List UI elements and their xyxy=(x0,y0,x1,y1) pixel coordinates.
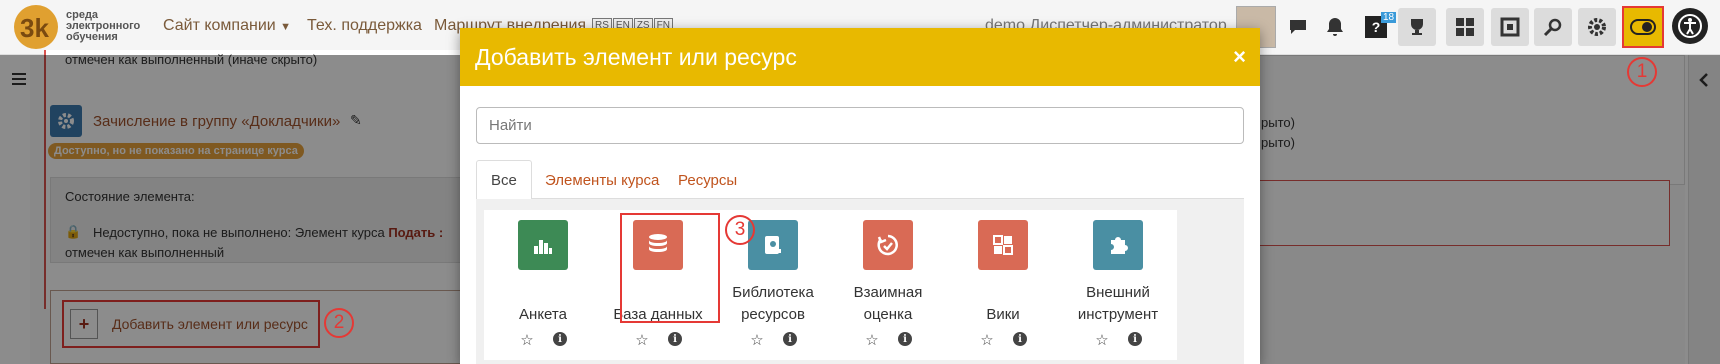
logo-text: среда электронного обучения xyxy=(66,9,141,43)
star-icon[interactable]: ☆ xyxy=(864,332,880,349)
chart-icon xyxy=(518,220,568,270)
search-input[interactable] xyxy=(476,107,1244,144)
messages-count: 18 xyxy=(1381,12,1397,23)
modal-title: Добавить элемент или ресурс xyxy=(475,43,797,70)
module-name: Внешний инструмент xyxy=(1077,284,1159,323)
annotation-marker-1: 1 xyxy=(1627,57,1657,87)
modules-grid: Анкета ☆ i База данных ☆ i Библиотека ресу… xyxy=(476,199,1244,364)
modal-header: Добавить элемент или ресурс xyxy=(460,28,1260,86)
wiki-icon xyxy=(978,220,1028,270)
annotation-marker-3: 3 xyxy=(725,215,755,245)
chevron-down-icon: ▼ xyxy=(280,21,292,33)
library-icon xyxy=(748,220,798,270)
tab-resources[interactable]: Ресурсы xyxy=(664,160,751,200)
puzzle-icon xyxy=(1093,220,1143,270)
module-name: Взаимная оценка xyxy=(853,284,923,323)
module-card-workshop[interactable]: Взаимная оценка ☆ i xyxy=(829,210,947,360)
star-icon[interactable]: ☆ xyxy=(519,332,535,349)
annotation-marker-2: 2 xyxy=(324,308,354,338)
dashboard-icon[interactable] xyxy=(1446,8,1484,46)
highlight-database xyxy=(620,213,720,323)
module-card-lti[interactable]: Внешний инструмент ☆ i xyxy=(1059,210,1177,360)
edit-mode-toggle[interactable] xyxy=(1622,6,1664,48)
add-activity-modal: Добавить элемент или ресурс × Все Элемен… xyxy=(460,28,1260,364)
module-card-survey[interactable]: Анкета ☆ i xyxy=(484,210,602,360)
puzzle-frame-icon[interactable] xyxy=(1491,8,1529,46)
tab-activities[interactable]: Элементы курса xyxy=(531,160,673,200)
info-icon[interactable]: i xyxy=(668,332,682,346)
module-name: Вики xyxy=(986,306,1020,323)
tab-all[interactable]: Все xyxy=(476,160,532,200)
star-icon[interactable]: ☆ xyxy=(1094,332,1110,349)
star-icon[interactable]: ☆ xyxy=(749,332,765,349)
info-icon[interactable]: i xyxy=(783,332,797,346)
questions-icon[interactable]: ? 18 xyxy=(1357,8,1397,46)
nav-support[interactable]: Тех. поддержка xyxy=(307,17,422,35)
info-icon[interactable]: i xyxy=(1128,332,1142,346)
logo-icon: 3k xyxy=(14,5,58,49)
accessibility-icon[interactable] xyxy=(1672,8,1708,44)
workshop-icon xyxy=(863,220,913,270)
bell-icon[interactable] xyxy=(1316,8,1354,46)
module-card-wiki[interactable]: Вики ☆ i xyxy=(944,210,1062,360)
chat-icon[interactable] xyxy=(1279,8,1317,46)
module-name: Библиотека ресурсов xyxy=(732,284,814,323)
nav-company-site[interactable]: Сайт компании ▼ xyxy=(163,17,291,35)
search-icon[interactable] xyxy=(1534,8,1572,46)
svg-text:3k: 3k xyxy=(20,13,49,43)
gear-icon[interactable] xyxy=(1578,8,1616,46)
module-name: Анкета xyxy=(519,306,567,323)
star-icon[interactable]: ☆ xyxy=(979,332,995,349)
info-icon[interactable]: i xyxy=(1013,332,1027,346)
star-icon[interactable]: ☆ xyxy=(634,332,650,349)
info-icon[interactable]: i xyxy=(898,332,912,346)
info-icon[interactable]: i xyxy=(553,332,567,346)
trophy-icon[interactable] xyxy=(1398,8,1436,46)
close-icon[interactable]: × xyxy=(1233,44,1246,70)
tab-list: Все Элементы курса Ресурсы xyxy=(476,160,1244,200)
